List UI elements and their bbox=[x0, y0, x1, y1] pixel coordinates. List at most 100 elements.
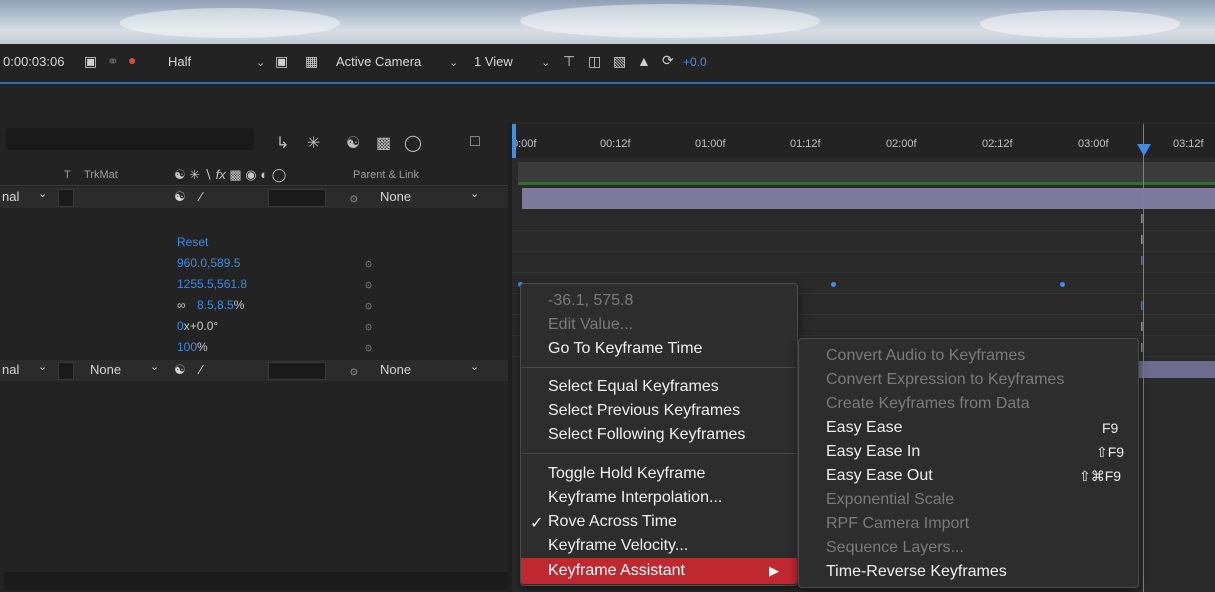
transparency-grid-icon[interactable]: ▦ bbox=[305, 53, 318, 70]
menu-item-easy-ease-in[interactable]: Easy Ease In ⇧F9 bbox=[799, 440, 1138, 464]
quality-switch-icon[interactable]: ∕ bbox=[200, 189, 202, 204]
menu-item-select-following-keyframes[interactable]: Select Following Keyframes bbox=[521, 423, 797, 447]
ruler-tick: 02:00f bbox=[886, 138, 917, 150]
snapshot-icon[interactable]: ⚭ bbox=[107, 53, 119, 70]
rotation-value[interactable]: 0x+0.0° bbox=[177, 319, 218, 333]
menu-separator bbox=[522, 453, 796, 454]
link-icon[interactable]: ∞ bbox=[177, 298, 186, 312]
parent-dropdown[interactable]: None bbox=[380, 362, 411, 377]
menu-item-keyframe-interpolation[interactable]: Keyframe Interpolation... bbox=[521, 486, 797, 510]
track-matte-toggle[interactable] bbox=[58, 362, 74, 380]
anchor-point-value[interactable]: 960.0,589.5 bbox=[177, 256, 240, 270]
checkmark-icon: ✓ bbox=[530, 515, 544, 532]
chevron-down-icon[interactable]: ⌄ bbox=[541, 56, 550, 69]
work-area-start-handle[interactable] bbox=[512, 124, 516, 158]
menu-item-select-equal-keyframes[interactable]: Select Equal Keyframes bbox=[521, 375, 797, 399]
composition-preview-strip bbox=[0, 0, 1215, 44]
chevron-down-icon[interactable]: ⌄ bbox=[38, 360, 47, 373]
column-parent-link: Parent & Link bbox=[353, 169, 420, 181]
layer-row[interactable]: nal ⌄ ☯ ∕ ۞ None ⌄ bbox=[0, 187, 508, 208]
panel-spacer bbox=[0, 84, 1215, 122]
value-readout: -36.1, 575.8 bbox=[548, 292, 634, 309]
shy-switch-icon[interactable]: ☯ bbox=[174, 189, 186, 205]
menu-item-rove-across-time[interactable]: ✓ Rove Across Time bbox=[521, 510, 797, 534]
track-matte-toggle[interactable] bbox=[58, 189, 74, 207]
resolution-dropdown[interactable]: Half bbox=[168, 54, 191, 69]
spiral-pickwhip-icon[interactable]: ۞ bbox=[365, 255, 372, 269]
draft-3d-icon[interactable]: ✳ bbox=[307, 133, 320, 153]
time-ruler[interactable]: 0:00f 00:12f 01:00f 01:12f 02:00f 02:12f… bbox=[512, 124, 1215, 158]
ruler-tick: 03:00f bbox=[1078, 138, 1109, 150]
spiral-pickwhip-icon[interactable]: ۞ bbox=[365, 339, 372, 353]
layer-mode[interactable]: nal bbox=[2, 362, 19, 377]
menu-item-convert-expression-to-keyframes: Convert Expression to Keyframes bbox=[826, 371, 1065, 388]
quality-switch-icon[interactable]: ∕ bbox=[200, 362, 202, 377]
chevron-down-icon[interactable]: ⌄ bbox=[38, 187, 47, 200]
shy-switch-icon[interactable]: ☯ bbox=[174, 362, 186, 378]
timeline-icon[interactable]: ▧ bbox=[613, 53, 626, 70]
spiral-pickwhip-icon[interactable]: ۞ bbox=[365, 318, 372, 332]
position-value[interactable]: 1255.5,561.8 bbox=[177, 277, 247, 291]
chevron-down-icon[interactable]: ⌄ bbox=[470, 360, 479, 373]
keyframe[interactable] bbox=[831, 282, 836, 287]
comp-flowchart-icon[interactable]: ↳ bbox=[276, 133, 289, 153]
spiral-pickwhip-icon[interactable]: ۞ bbox=[365, 297, 372, 311]
color-channel-icon[interactable]: ● bbox=[128, 52, 136, 68]
current-time-indicator[interactable] bbox=[1143, 124, 1144, 592]
layer-duration-bar[interactable] bbox=[522, 188, 1215, 209]
timecode-display[interactable]: 0:00:03:06 bbox=[3, 54, 64, 69]
view-layout-dropdown[interactable]: 1 View bbox=[474, 54, 513, 69]
menu-item-create-keyframes-from-data: Create Keyframes from Data bbox=[826, 395, 1030, 412]
spiral-pickwhip-icon[interactable]: ۞ bbox=[365, 276, 372, 290]
chevron-down-icon[interactable]: ⌄ bbox=[150, 360, 159, 373]
current-time-indicator-head[interactable] bbox=[1137, 144, 1151, 156]
layer-switches[interactable] bbox=[268, 362, 326, 380]
search-input[interactable] bbox=[6, 128, 254, 150]
layer-column-header: T TrkMat ☯ ✳ ∖ fx ▩ ◉ ◐ ◯ Parent & Link bbox=[0, 165, 508, 186]
scale-value[interactable]: 8.5,8.5% bbox=[197, 298, 244, 312]
opacity-value[interactable]: 100% bbox=[177, 340, 208, 354]
menu-item-keyframe-assistant[interactable]: Keyframe Assistant ▶ bbox=[521, 558, 797, 584]
keyframe-assistant-submenu: Convert Audio to Keyframes Convert Expre… bbox=[798, 338, 1139, 588]
camera-icon[interactable]: ▣ bbox=[84, 53, 97, 70]
motion-blur-icon[interactable]: ◯ bbox=[404, 133, 422, 153]
work-area-bar[interactable] bbox=[518, 162, 1215, 182]
exposure-reset-icon[interactable]: ⟳ bbox=[662, 52, 674, 69]
frame-blend-icon[interactable]: ▩ bbox=[376, 133, 391, 153]
menu-item-time-reverse-keyframes[interactable]: Time-Reverse Keyframes bbox=[799, 560, 1138, 584]
fast-preview-icon[interactable]: ◫ bbox=[588, 53, 601, 70]
spiral-pickwhip-icon[interactable]: ۞ bbox=[350, 362, 358, 378]
chevron-down-icon[interactable]: ⌄ bbox=[449, 56, 458, 69]
menu-separator bbox=[522, 367, 796, 368]
region-icon[interactable]: ▣ bbox=[275, 53, 288, 70]
menu-item-toggle-hold-keyframe[interactable]: Toggle Hold Keyframe bbox=[521, 462, 797, 486]
menu-item-easy-ease-out[interactable]: Easy Ease Out ⇧⌘F9 bbox=[799, 464, 1138, 488]
menu-item-go-to-keyframe-time[interactable]: Go To Keyframe Time bbox=[521, 337, 797, 361]
keyframe[interactable] bbox=[1060, 282, 1065, 287]
horizontal-scrollbar[interactable] bbox=[4, 572, 508, 590]
parent-dropdown[interactable]: None bbox=[380, 189, 411, 204]
trkmat-dropdown[interactable]: None bbox=[90, 362, 121, 377]
menu-item-rpf-camera-import: RPF Camera Import bbox=[826, 515, 970, 532]
camera-dropdown[interactable]: Active Camera bbox=[336, 54, 421, 69]
ruler-tick: 01:00f bbox=[695, 138, 726, 150]
ruler-tick: 02:12f bbox=[982, 138, 1013, 150]
graph-editor-icon[interactable]: □ bbox=[470, 133, 480, 151]
chevron-down-icon[interactable]: ⌄ bbox=[256, 56, 265, 69]
keyframe-context-menu: -36.1, 575.8 Edit Value... Go To Keyfram… bbox=[520, 283, 798, 586]
flowchart-icon[interactable]: ▲ bbox=[637, 53, 651, 69]
spiral-pickwhip-icon[interactable]: ۞ bbox=[350, 189, 358, 205]
reset-link[interactable]: Reset bbox=[177, 235, 208, 249]
menu-item-keyframe-velocity[interactable]: Keyframe Velocity... bbox=[521, 534, 797, 558]
layer-switches[interactable] bbox=[268, 189, 326, 207]
shy-icon[interactable]: ☯ bbox=[346, 133, 360, 153]
column-t: T bbox=[64, 169, 71, 181]
layer-row[interactable]: nal ⌄ None ⌄ ☯ ∕ ۞ None ⌄ bbox=[0, 360, 508, 381]
exposure-value[interactable]: +0.0 bbox=[683, 55, 707, 69]
pixel-aspect-icon[interactable]: ⊤ bbox=[563, 53, 575, 70]
menu-item-select-previous-keyframes[interactable]: Select Previous Keyframes bbox=[521, 399, 797, 423]
menu-item-edit-value: Edit Value... bbox=[548, 316, 634, 333]
chevron-down-icon[interactable]: ⌄ bbox=[470, 187, 479, 200]
layer-mode[interactable]: nal bbox=[2, 189, 19, 204]
menu-item-easy-ease[interactable]: Easy Ease F9 bbox=[799, 416, 1138, 440]
